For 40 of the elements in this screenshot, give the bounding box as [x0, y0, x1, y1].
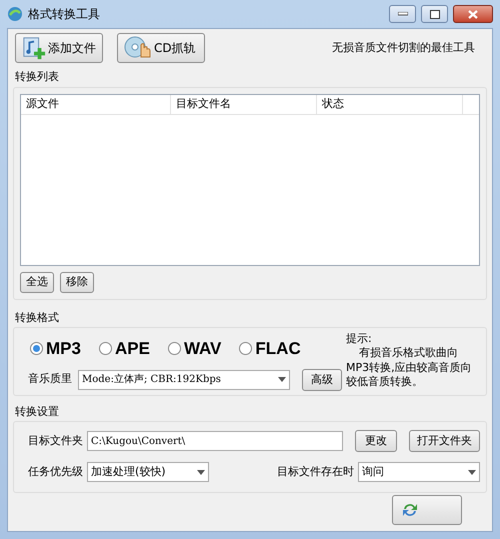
maximize-button[interactable] — [421, 5, 448, 23]
group-title: 转换列表 — [15, 70, 59, 83]
column-header[interactable]: 目标文件名 — [171, 94, 317, 114]
close-button[interactable] — [453, 5, 493, 23]
app-icon — [7, 6, 23, 22]
slogan-text: 无损音质文件切割的最佳工具 — [332, 40, 475, 56]
cd-rip-button[interactable]: CD抓轨 — [117, 33, 205, 63]
quality-label: 音乐质里 — [28, 371, 72, 388]
music-file-add-icon — [22, 36, 46, 60]
format-radio[interactable]: MP3 — [30, 336, 81, 362]
folder-label: 目标文件夹 — [28, 432, 83, 449]
minimize-icon — [398, 12, 408, 16]
priority-dropdown[interactable]: 加速处理(较快) — [87, 462, 209, 482]
convert-button[interactable] — [392, 495, 462, 525]
group-title: 转换格式 — [15, 310, 59, 324]
add-file-button[interactable]: 添加文件 — [15, 33, 103, 63]
format-radio[interactable]: WAV — [168, 336, 222, 362]
change-button[interactable]: 更改 — [355, 430, 397, 452]
remove-button[interactable]: 移除 — [60, 272, 94, 292]
format-radio[interactable]: FLAC — [239, 336, 301, 362]
folder-field[interactable]: C:\Kugou\Convert\ — [87, 431, 343, 451]
minimize-button[interactable] — [389, 5, 416, 23]
maximize-icon — [430, 10, 440, 18]
hint-title: 提示: — [346, 332, 373, 346]
disc-hand-icon — [124, 36, 152, 60]
exists-label: 目标文件存在时 — [277, 464, 354, 480]
hint-text: 有损音乐格式歌曲向MP3转换,应由较高音质向较低音质转换。 — [346, 346, 473, 390]
advanced-button[interactable]: 高级 — [302, 368, 342, 390]
open-folder-button[interactable]: 打开文件夹 — [409, 430, 480, 452]
close-icon — [468, 10, 478, 18]
window-title: 格式转换工具 — [28, 6, 100, 23]
column-header[interactable]: 源文件 — [21, 94, 171, 114]
group-title: 转换设置 — [15, 404, 59, 418]
quality-dropdown[interactable]: Mode:立体声; CBR:192Kbps — [78, 370, 290, 390]
refresh-arrows-icon — [401, 501, 419, 519]
priority-label: 任务优先级 — [28, 464, 83, 480]
column-header[interactable]: 状态 — [317, 94, 463, 114]
select-all-button[interactable]: 全选 — [20, 272, 54, 292]
exists-dropdown[interactable]: 询问 — [358, 462, 480, 482]
format-radio[interactable]: APE — [98, 336, 150, 362]
